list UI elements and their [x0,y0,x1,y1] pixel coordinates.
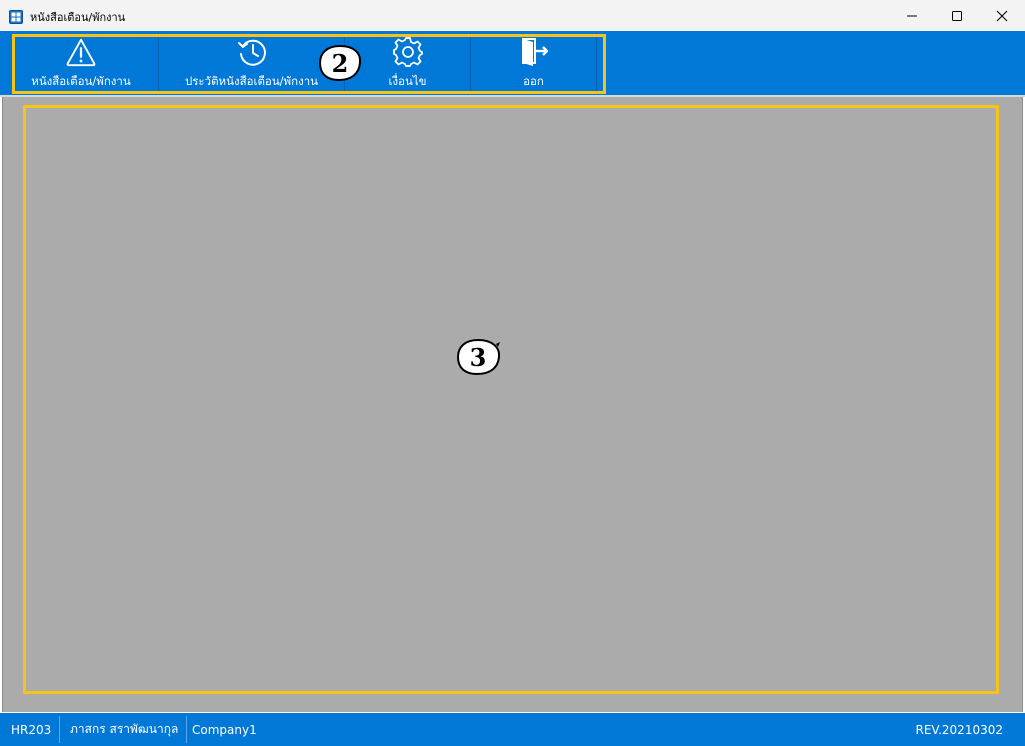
status-divider [186,716,187,743]
conditions-label: เงื่อนไข [388,74,427,88]
content-area: 3 [2,97,1023,712]
maximize-button[interactable] [934,0,980,31]
exit-label: ออก [523,74,544,88]
status-bar: HR203 ภาสกร สราพัฒนากุล Company1 REV.202… [0,713,1025,746]
exit-button[interactable]: ออก [471,33,597,93]
warning-letter-label: หนังสือเตือน/พักงาน [31,74,131,88]
annotation-badge-2: 2 [318,44,362,82]
maximize-icon [952,10,962,21]
gear-icon [392,36,424,68]
status-user-name: ภาสกร สราพัฒนากุล [70,722,179,736]
status-revision: REV.20210302 [915,722,1003,737]
title-bar: หนังสือเตือน/พักงาน [0,0,1025,31]
content-highlight-box [23,105,999,694]
window-title: หนังสือเตือน/พักงาน [30,11,126,24]
annotation-badge-3: 3 [456,338,500,376]
conditions-button[interactable]: เงื่อนไข [345,33,471,93]
app-window: หนังสือเตือน/พักงาน หนังสือเตือน/พักงาน … [0,0,1025,746]
history-label: ประวัติหนังสือเตือน/พักงาน [184,74,319,88]
annotation-number: 3 [469,342,487,372]
history-icon [236,36,268,68]
toolbar: หนังสือเตือน/พักงาน ประวัติหนังสือเตือน/… [0,31,1025,95]
warning-icon [65,36,97,68]
app-icon [9,9,23,24]
status-company: Company1 [192,722,257,737]
annotation-number: 2 [331,48,349,78]
minimize-icon [907,15,917,16]
status-program-code: HR203 [11,722,52,737]
warning-letter-button[interactable]: หนังสือเตือน/พักงาน [4,33,159,93]
status-divider [59,716,60,743]
close-icon [996,10,1008,21]
close-button[interactable] [979,0,1025,31]
exit-door-icon [518,36,550,68]
minimize-button[interactable] [889,0,935,31]
